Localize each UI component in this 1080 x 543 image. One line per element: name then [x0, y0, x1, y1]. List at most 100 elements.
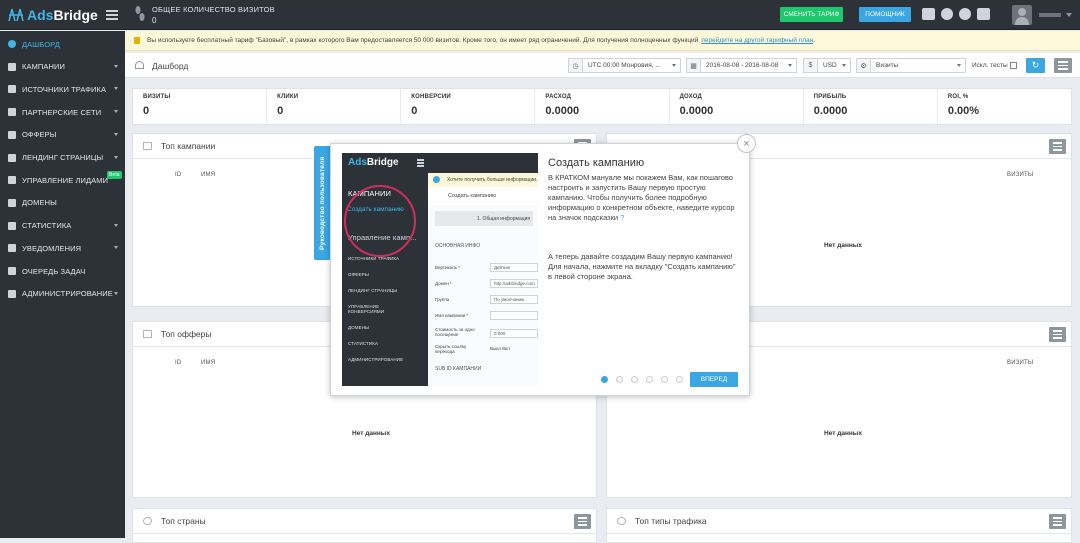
tour-step-dot[interactable]: [601, 376, 608, 383]
sidebar-item[interactable]: АДМИНИСТРИРОВАНИЕ: [0, 283, 125, 305]
shot-hamburger-icon: [417, 159, 424, 168]
change-plan-button[interactable]: СМЕНИТЬ ТАРИФ: [780, 7, 843, 22]
refresh-button[interactable]: ↻: [1026, 58, 1045, 73]
toolbar-menu-button[interactable]: [1054, 58, 1072, 73]
pie-chart-icon: [617, 517, 626, 525]
no-data-text: Нет данных: [824, 430, 862, 437]
sidebar-item[interactable]: УВЕДОМЛЕНИЯ: [0, 237, 125, 259]
tour-modal: AdsBridge Хотите получить больше информа…: [330, 143, 750, 396]
database-icon: [8, 176, 16, 185]
sidebar-item[interactable]: СТАТИСТИКА: [0, 215, 125, 237]
shot-row-value: http://adsbridge.com: [490, 279, 538, 288]
close-icon[interactable]: ×: [737, 134, 756, 153]
col-name: ИМЯ: [201, 172, 216, 178]
tour-text-1: В КРАТКОМ мануале мы покажем Вам, как по…: [548, 173, 738, 223]
metric-value: Визиты: [876, 62, 899, 69]
stat-value: 0.0000: [679, 105, 714, 117]
date-range-value: 2016-08-08 - 2016-08-08: [706, 62, 779, 69]
sidebar-item-label: АДМИНИСТРИРОВАНИЕ: [22, 289, 113, 299]
stat-label: ПРИБЫЛЬ: [813, 94, 847, 100]
tag-icon: [8, 130, 16, 139]
panel-menu-button[interactable]: [1049, 139, 1066, 154]
highlight-circle: [344, 185, 416, 257]
gear-icon: [8, 289, 16, 298]
sidebar-item-label: СТАТИСТИКА: [22, 221, 72, 231]
sidebar-item[interactable]: ПАРТНЕРСКИЕ СЕТИ: [0, 101, 125, 123]
shot-logo-prefix: Ads: [348, 157, 367, 168]
shot-notice: Хотите получить больше информации...: [428, 173, 538, 187]
notice-end: .: [813, 37, 816, 44]
clock-icon: ◷: [569, 59, 583, 72]
tour-step-dot[interactable]: [676, 376, 683, 383]
avatar[interactable]: [1012, 5, 1032, 25]
shot-menu-stats: СТАТИСТИКА: [348, 341, 379, 346]
chevron-down-icon: [114, 64, 118, 68]
exclude-tests-checkbox[interactable]: Искл. тесты: [972, 62, 1017, 69]
sidebar-item-label: УВЕДОМЛЕНИЯ: [22, 243, 82, 253]
timezone-select[interactable]: ◷ UTC 00:00 Монровия, ...: [568, 58, 681, 73]
tour-step-dot[interactable]: [631, 376, 638, 383]
date-range-picker[interactable]: ▦ 2016-08-08 - 2016-08-08: [686, 58, 797, 73]
tour-step-dot[interactable]: [616, 376, 623, 383]
stat-value: 0: [411, 105, 418, 117]
helper-button[interactable]: ПОМОЩНИК: [859, 7, 911, 22]
sidebar-item[interactable]: ДОМЕНЫ: [0, 192, 125, 214]
beta-badge: Beta: [107, 171, 122, 180]
notice-link[interactable]: перейдите на другой тарифный план: [701, 37, 813, 44]
user-guide-tab[interactable]: Руководство пользователя: [314, 146, 331, 260]
stats-row: ВИЗИТЫ 0 КЛИКИ 0 КОНВЕРСИИ 0 РАСХОД 0.0000 ДОХОД…: [132, 88, 1072, 125]
col-id: ID: [175, 360, 182, 366]
timezone-value: UTC 00:00 Монровия, ...: [588, 62, 661, 69]
sidebar-item[interactable]: КАМПАНИИ: [0, 56, 125, 78]
visits-value: 0: [152, 16, 157, 25]
sidebar-item[interactable]: ДАШБОРД: [0, 33, 125, 55]
stat-label: КЛИКИ: [277, 94, 299, 100]
stat-value: 0.00%: [947, 105, 980, 117]
sidebar-item[interactable]: ОФФЕРЫ: [0, 124, 125, 146]
help-icon[interactable]: [959, 8, 971, 20]
info-icon[interactable]: [941, 8, 953, 20]
logo[interactable]: Ads Bridge: [8, 6, 98, 24]
shot-row-label: Домен *: [435, 281, 452, 286]
checkbox-box[interactable]: [1009, 62, 1017, 69]
tour-progress: [601, 376, 683, 383]
shot-form: 1. Общая информация ОСНОВНАЯ ИНФО Вертик…: [428, 205, 538, 386]
table-icon: [143, 330, 152, 338]
sidebar-item[interactable]: ЛЕНДИНГ СТРАНИЦЫ: [0, 147, 125, 169]
chevron-down-icon: [672, 64, 676, 67]
hamburger-menu-icon[interactable]: [106, 8, 118, 20]
metric-select[interactable]: ⚙ Визиты: [856, 58, 966, 73]
sidebar-item[interactable]: ОЧЕРЕДЬ ЗАДАЧ: [0, 260, 125, 282]
panel-menu-button[interactable]: [1049, 327, 1066, 342]
stat-card: КОНВЕРСИИ 0: [401, 89, 536, 124]
sidebar-item-label: КАМПАНИИ: [22, 62, 66, 72]
sidebar-item[interactable]: УПРАВЛЕНИЕ ЛИДАМИ Beta: [0, 169, 125, 191]
panel-menu-button[interactable]: [1049, 514, 1066, 529]
panel-menu-button[interactable]: [574, 514, 591, 529]
chevron-down-icon[interactable]: [1066, 13, 1072, 17]
tour-title: Создать кампанию: [548, 157, 645, 169]
gears-icon: ⚙: [857, 59, 871, 72]
page-title: Дашборд: [152, 61, 189, 71]
tour-text-2: А теперь давайте создадим Вашу первую ка…: [548, 252, 736, 281]
panel-title: Топ офферы: [161, 329, 212, 339]
panel-header: Топ страны: [133, 509, 596, 534]
pie-chart-icon: [143, 517, 152, 525]
sidebar-item[interactable]: ИСТОЧНИКИ ТРАФИКА: [0, 78, 125, 100]
no-data-text: Нет данных: [352, 430, 390, 437]
currency-select[interactable]: $ USD: [803, 58, 851, 73]
user-name-placeholder[interactable]: [1039, 13, 1061, 17]
briefcase-icon: [8, 108, 16, 117]
top-icons: [922, 8, 990, 20]
col-visits: ВИЗИТЫ: [1007, 172, 1034, 178]
id-card-icon[interactable]: [977, 8, 990, 20]
notice-text: Вы используете бесплатный тариф "Базовый…: [147, 37, 699, 44]
phone-icon[interactable]: [922, 8, 935, 20]
shot-menu-conversions: УПРАВЛЕНИЕ КОНВЕРСИЯМИ: [348, 304, 385, 314]
col-id: ID: [175, 172, 182, 178]
shot-menu-admin: АДМИНИСТРИРОВАНИЕ: [348, 357, 404, 362]
shot-bar-title: Создать кампанию: [428, 187, 538, 205]
tour-step-dot[interactable]: [646, 376, 653, 383]
next-button[interactable]: ВПЕРЕД: [690, 372, 738, 387]
tour-step-dot[interactable]: [661, 376, 668, 383]
